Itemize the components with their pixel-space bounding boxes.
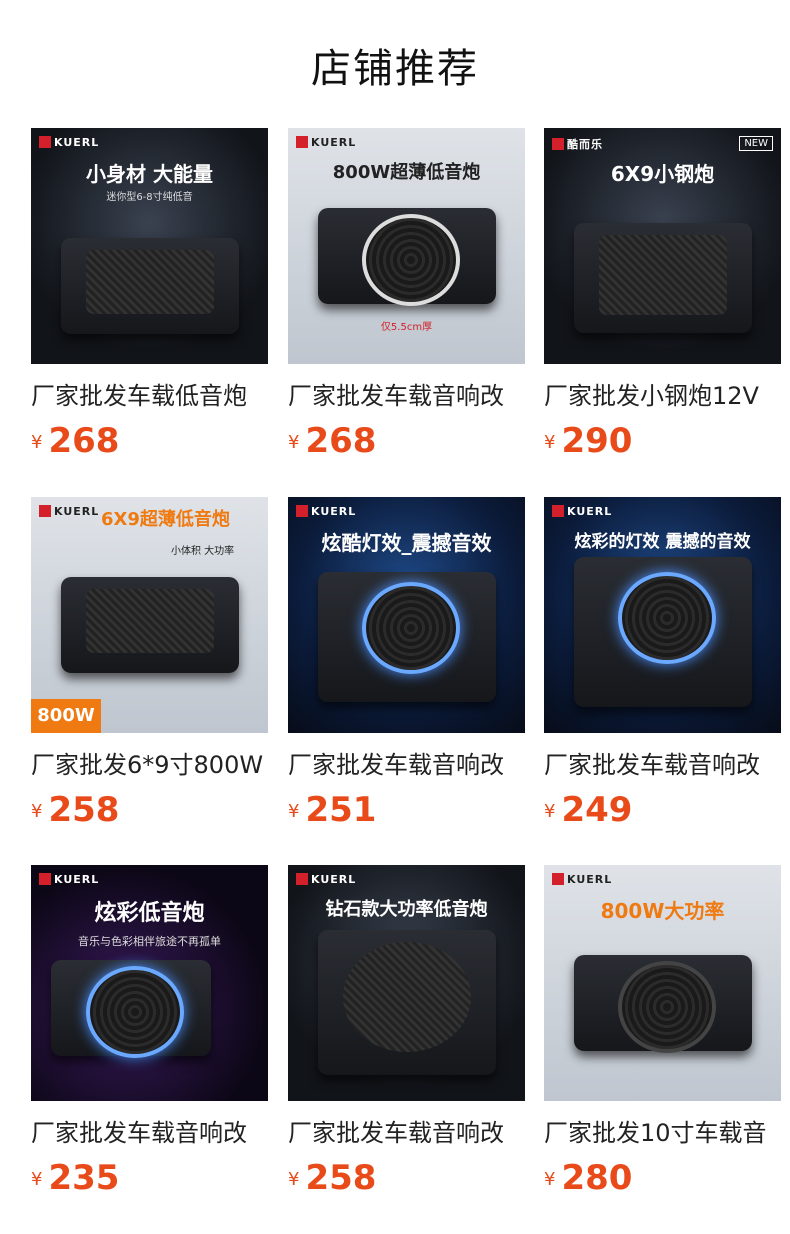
product-name[interactable]: 厂家批发车载音响改: [288, 1113, 525, 1148]
product-image[interactable]: KUERL 小身材 大能量 迷你型6-8寸纯低音: [31, 128, 268, 364]
speaker-box-icon: [318, 930, 496, 1075]
product-name[interactable]: 厂家批发小钢炮12V: [544, 376, 781, 411]
brand-logo: KUERL: [39, 505, 99, 518]
logo-icon: [296, 873, 308, 885]
image-headline: 钻石款大功率低音炮: [325, 899, 488, 920]
product-price: ¥249: [544, 790, 781, 830]
price-value: 251: [305, 790, 377, 830]
image-headline: 800W超薄低音炮: [332, 162, 481, 183]
product-price: ¥268: [288, 421, 525, 461]
price-value: 235: [48, 1158, 120, 1198]
speaker-ring-icon: [318, 208, 496, 306]
product-name[interactable]: 厂家批发6*9寸800W: [31, 745, 268, 780]
product-price: ¥280: [544, 1158, 781, 1198]
currency-symbol: ¥: [288, 432, 300, 453]
product-card[interactable]: KUERL 800W超薄低音炮 仅5.5cm厚 厂家批发车载音响改 ¥268: [288, 128, 525, 461]
brand-logo: KUERL: [552, 505, 612, 518]
product-price: ¥235: [31, 1158, 268, 1198]
currency-symbol: ¥: [31, 801, 43, 822]
price-value: 258: [305, 1158, 377, 1198]
speaker-box-icon: [61, 577, 239, 673]
product-image[interactable]: KUERL 800W大功率: [544, 865, 781, 1101]
currency-symbol: ¥: [31, 432, 43, 453]
product-name[interactable]: 厂家批发10寸车载音: [544, 1113, 781, 1148]
logo-icon: [296, 136, 308, 148]
logo-icon: [39, 505, 51, 517]
product-price: ¥251: [288, 790, 525, 830]
product-image[interactable]: 酷而乐 NEW 6X9小钢炮: [544, 128, 781, 364]
image-headline: 炫酷灯效_震撼音效: [321, 531, 492, 555]
image-headline: 小身材 大能量: [86, 162, 213, 186]
image-headline: 800W大功率: [600, 899, 725, 923]
logo-icon: [552, 873, 564, 885]
product-card[interactable]: KUERL 小身材 大能量 迷你型6-8寸纯低音 厂家批发车载低音炮 ¥268: [31, 128, 268, 461]
price-value: 290: [561, 421, 633, 461]
image-subheadline: 音乐与色彩相伴旅途不再孤单: [78, 935, 221, 948]
product-price: ¥258: [288, 1158, 525, 1198]
speaker-ring-icon: [574, 557, 752, 707]
product-image[interactable]: KUERL 800W超薄低音炮 仅5.5cm厚: [288, 128, 525, 364]
price-value: 249: [561, 790, 633, 830]
brand-logo: 酷而乐: [552, 136, 603, 152]
logo-icon: [39, 873, 51, 885]
product-image[interactable]: KUERL 炫酷灯效_震撼音效: [288, 497, 525, 733]
product-card[interactable]: KUERL 炫彩低音炮 音乐与色彩相伴旅途不再孤单 厂家批发车载音响改 ¥235: [31, 865, 268, 1198]
speaker-ring-icon: [574, 955, 752, 1053]
new-badge: NEW: [739, 136, 773, 151]
currency-symbol: ¥: [31, 1169, 43, 1190]
product-image[interactable]: KUERL 炫彩低音炮 音乐与色彩相伴旅途不再孤单: [31, 865, 268, 1101]
logo-icon: [39, 136, 51, 148]
currency-symbol: ¥: [544, 1169, 556, 1190]
speaker-ring-icon: [318, 572, 496, 702]
currency-symbol: ¥: [288, 1169, 300, 1190]
product-image[interactable]: KUERL 钻石款大功率低音炮: [288, 865, 525, 1101]
product-name[interactable]: 厂家批发车载低音炮: [31, 376, 268, 411]
product-price: ¥268: [31, 421, 268, 461]
price-value: 268: [48, 421, 120, 461]
product-card[interactable]: KUERL 钻石款大功率低音炮 厂家批发车载音响改 ¥258: [288, 865, 525, 1198]
image-headline: 炫彩低音炮: [94, 901, 205, 926]
currency-symbol: ¥: [544, 432, 556, 453]
brand-logo: KUERL: [296, 873, 356, 886]
product-price: ¥258: [31, 790, 268, 830]
logo-icon: [552, 138, 564, 150]
product-image[interactable]: KUERL 炫彩的灯效 震撼的音效: [544, 497, 781, 733]
product-card[interactable]: 酷而乐 NEW 6X9小钢炮 厂家批发小钢炮12V ¥290: [544, 128, 781, 461]
product-name[interactable]: 厂家批发车载音响改: [544, 745, 781, 780]
brand-logo: KUERL: [39, 136, 99, 149]
image-subheadline: 小体积 大功率: [171, 546, 235, 557]
image-headline: 6X9超薄低音炮: [101, 509, 230, 530]
speaker-box-icon: [61, 238, 239, 334]
image-headline: 6X9小钢炮: [610, 162, 715, 186]
brand-logo: KUERL: [296, 505, 356, 518]
price-value: 280: [561, 1158, 633, 1198]
product-card[interactable]: KUERL 800W大功率 厂家批发10寸车载音 ¥280: [544, 865, 781, 1198]
page-title: 店铺推荐: [311, 46, 479, 92]
brand-logo: KUERL: [39, 873, 99, 886]
brand-logo: KUERL: [296, 136, 356, 149]
price-value: 258: [48, 790, 120, 830]
image-headline: 炫彩的灯效 震撼的音效: [574, 532, 751, 552]
product-name[interactable]: 厂家批发车载音响改: [288, 376, 525, 411]
brand-logo: KUERL: [552, 873, 612, 886]
product-card[interactable]: KUERL 炫酷灯效_震撼音效 厂家批发车载音响改 ¥251: [288, 497, 525, 830]
logo-icon: [296, 505, 308, 517]
product-card[interactable]: KUERL 炫彩的灯效 震撼的音效 厂家批发车载音响改 ¥249: [544, 497, 781, 830]
currency-symbol: ¥: [288, 801, 300, 822]
logo-icon: [552, 505, 564, 517]
product-image[interactable]: KUERL 6X9超薄低音炮 小体积 大功率 800W: [31, 497, 268, 733]
speaker-box-icon: [574, 223, 752, 333]
power-badge: 800W: [31, 699, 101, 733]
image-subheadline: 迷你型6-8寸纯低音: [106, 192, 193, 203]
currency-symbol: ¥: [544, 801, 556, 822]
product-name[interactable]: 厂家批发车载音响改: [288, 745, 525, 780]
product-name[interactable]: 厂家批发车载音响改: [31, 1113, 268, 1148]
image-subheadline: 仅5.5cm厚: [380, 322, 433, 333]
product-price: ¥290: [544, 421, 781, 461]
speaker-ring-icon: [51, 960, 211, 1058]
price-value: 268: [305, 421, 377, 461]
product-card[interactable]: KUERL 6X9超薄低音炮 小体积 大功率 800W 厂家批发6*9寸800W…: [31, 497, 268, 830]
